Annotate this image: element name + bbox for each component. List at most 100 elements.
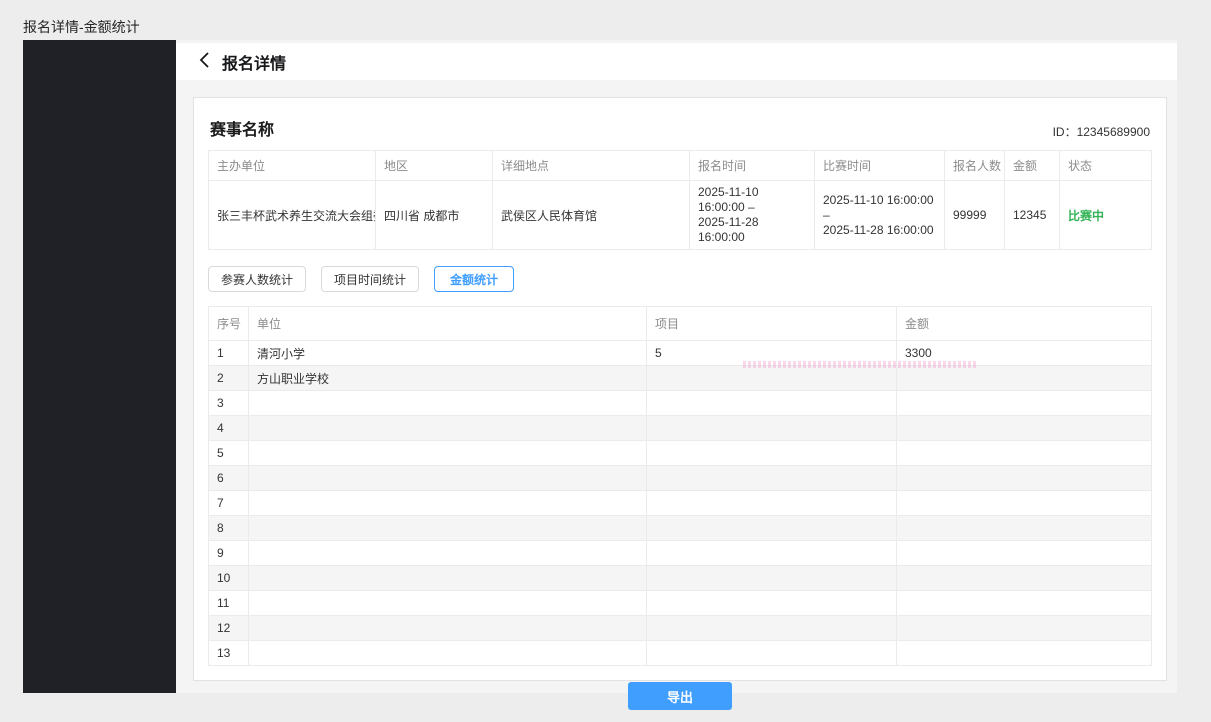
table-row: 6 [209,466,1152,491]
cell-project [647,466,897,491]
stats-tabs: 参赛人数统计 项目时间统计 金额统计 [208,266,1152,292]
event-venue: 武侯区人民体育馆 [493,181,690,250]
col-unit: 单位 [249,307,647,341]
cell-unit: 方山职业学校 [249,366,647,391]
table-row: 11 [209,591,1152,616]
col-match-time: 比赛时间 [815,151,945,181]
stats-table-wrap: 序号 单位 项目 金额 1 清河小学 5 3300 [208,306,1152,666]
cell-unit [249,641,647,666]
cell-unit [249,616,647,641]
cell-unit [249,416,647,441]
cell-unit [249,491,647,516]
event-region: 四川省 成都市 [376,181,493,250]
cell-project: 5 [647,341,897,366]
cell-amount [897,441,1152,466]
app-window: 报名详情 赛事名称 ID：12345689900 主办单位 地区 详细地点 报名… [176,40,1177,693]
col-money: 金额 [897,307,1152,341]
cell-no: 7 [209,491,249,516]
event-match-time: 2025-11-10 16:00:00 – 2025-11-28 16:00:0… [815,181,945,250]
cell-amount [897,491,1152,516]
col-venue: 详细地点 [493,151,690,181]
event-signup-count: 99999 [945,181,1005,250]
back-button[interactable] [196,54,212,70]
table-row: 9 [209,541,1152,566]
cell-project [647,541,897,566]
stats-tab-button[interactable]: 金额统计 [434,266,514,292]
export-button[interactable]: 导出 [628,682,732,710]
app-header: 报名详情 [176,43,1177,80]
chevron-left-icon [199,52,210,71]
cell-project [647,366,897,391]
cell-amount: 3300 [897,341,1152,366]
stats-tab-button[interactable]: 参赛人数统计 [208,266,306,292]
cell-project [647,641,897,666]
cell-unit [249,516,647,541]
cell-no: 5 [209,441,249,466]
cell-project [647,416,897,441]
table-row: 4 [209,416,1152,441]
event-info-table: 主办单位 地区 详细地点 报名时间 比赛时间 报名人数 金额 状态 张三丰杯武术… [208,150,1152,250]
event-amount: 12345 [1005,181,1060,250]
amount-stats-table: 序号 单位 项目 金额 1 清河小学 5 3300 [208,306,1152,666]
event-detail-card: 赛事名称 ID：12345689900 主办单位 地区 详细地点 报名时间 比赛… [193,97,1167,681]
cell-amount [897,591,1152,616]
event-status-badge: 比赛中 [1060,181,1152,250]
cell-no: 8 [209,516,249,541]
cell-amount [897,391,1152,416]
col-project: 项目 [647,307,897,341]
col-host: 主办单位 [209,151,376,181]
cell-amount [897,616,1152,641]
cell-project [647,491,897,516]
cell-amount [897,641,1152,666]
table-row: 2 方山职业学校 [209,366,1152,391]
cell-project [647,441,897,466]
col-region: 地区 [376,151,493,181]
cell-no: 12 [209,616,249,641]
table-row: 8 [209,516,1152,541]
col-no: 序号 [209,307,249,341]
cell-no: 1 [209,341,249,366]
event-id: ID：12345689900 [1053,123,1150,140]
cell-project [647,391,897,416]
cell-project [647,566,897,591]
event-signup-time: 2025-11-10 16:00:00 – 2025-11-28 16:00:0… [690,181,815,250]
event-table-data-row: 张三丰杯武术养生交流大会组委会 四川省 成都市 武侯区人民体育馆 2025-11… [209,181,1152,250]
cell-amount [897,366,1152,391]
cell-project [647,591,897,616]
cell-unit: 清河小学 [249,341,647,366]
event-id-label: ID： [1053,125,1077,139]
event-name-title: 赛事名称 [210,116,274,140]
cell-amount [897,466,1152,491]
col-amount: 金额 [1005,151,1060,181]
stats-header-row: 序号 单位 项目 金额 [209,307,1152,341]
event-id-value: 12345689900 [1077,125,1150,139]
col-status: 状态 [1060,151,1152,181]
cell-unit [249,541,647,566]
cell-unit [249,566,647,591]
cell-no: 13 [209,641,249,666]
cell-unit [249,591,647,616]
cell-unit [249,441,647,466]
cell-amount [897,541,1152,566]
cell-no: 6 [209,466,249,491]
cell-no: 2 [209,366,249,391]
cell-amount [897,416,1152,441]
cell-project [647,616,897,641]
table-row: 5 [209,441,1152,466]
cell-amount [897,566,1152,591]
cell-project [647,516,897,541]
header-title: 报名详情 [222,50,286,74]
cell-no: 4 [209,416,249,441]
event-table-header-row: 主办单位 地区 详细地点 报名时间 比赛时间 报名人数 金额 状态 [209,151,1152,181]
table-row: 3 [209,391,1152,416]
cell-no: 10 [209,566,249,591]
col-signup-count: 报名人数 [945,151,1005,181]
cell-amount [897,516,1152,541]
event-host: 张三丰杯武术养生交流大会组委会 [209,181,376,250]
cell-no: 9 [209,541,249,566]
sidebar [23,40,176,693]
cell-unit [249,466,647,491]
stats-tab-button[interactable]: 项目时间统计 [321,266,419,292]
col-signup-time: 报名时间 [690,151,815,181]
table-row: 10 [209,566,1152,591]
